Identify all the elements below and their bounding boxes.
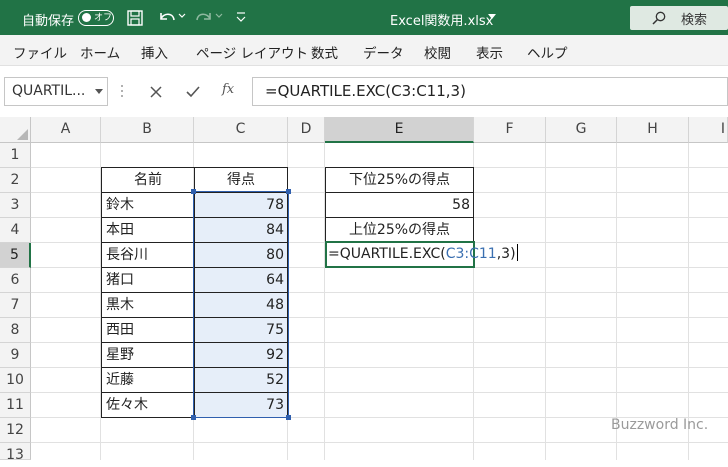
name-box-value: QUARTIL... xyxy=(12,83,86,99)
name-box[interactable]: QUARTIL... xyxy=(4,77,108,106)
search-box[interactable]: 検索 xyxy=(630,6,728,30)
edit-formula-suffix: ,3) xyxy=(496,246,516,262)
row-header-5[interactable]: 5 xyxy=(0,243,31,268)
formula-input[interactable]: =QUARTILE.EXC(C3:C11,3) xyxy=(252,77,728,106)
formula-bar-grip-icon xyxy=(121,85,123,97)
gridline-h xyxy=(31,442,728,443)
column-header-f[interactable]: F xyxy=(474,117,546,143)
tab-formulas[interactable]: 数式 xyxy=(311,42,338,62)
cell-edit-text[interactable]: =QUARTILE.EXC(C3:C11,3) xyxy=(328,243,518,266)
redo-icon[interactable] xyxy=(194,9,214,27)
customize-qat-icon[interactable] xyxy=(236,11,246,23)
column-header-c[interactable]: C xyxy=(194,117,288,143)
name-cell[interactable]: 長谷川 xyxy=(101,242,195,268)
redo-dropdown-icon[interactable] xyxy=(215,12,223,20)
row-header-2[interactable]: 2 xyxy=(0,168,31,193)
row-header-4[interactable]: 4 xyxy=(0,218,31,243)
gridline-v xyxy=(688,143,689,460)
row-header-9[interactable]: 9 xyxy=(0,343,31,368)
row-header-8[interactable]: 8 xyxy=(0,318,31,343)
lower-quartile-value-cell[interactable]: 58 xyxy=(325,192,474,218)
ribbon-tabs: ファイル ホーム 挿入 ページ レイアウト 数式 データ 校閲 表示 ヘルプ xyxy=(0,35,728,66)
name-cell[interactable]: 佐々木 xyxy=(101,392,195,418)
row-header-13[interactable]: 13 xyxy=(0,443,31,463)
name-cell[interactable]: 西田 xyxy=(101,317,195,343)
upper-quartile-label-cell[interactable]: 上位25%の得点 xyxy=(325,217,474,243)
column-header-g[interactable]: G xyxy=(546,117,617,143)
filename-dropdown-icon[interactable] xyxy=(488,14,496,20)
tab-review[interactable]: 校閲 xyxy=(424,42,451,62)
text-cursor xyxy=(516,244,518,261)
name-cell[interactable]: 猪口 xyxy=(101,267,195,293)
title-bar: 自動保存 オフ Excel関数用.xlsx 検索 xyxy=(0,0,728,35)
tab-view[interactable]: 表示 xyxy=(476,42,503,62)
autosave-label: 自動保存 xyxy=(22,14,75,29)
undo-dropdown-icon[interactable] xyxy=(178,12,186,20)
column-header-d[interactable]: D xyxy=(288,117,325,143)
undo-icon[interactable] xyxy=(157,9,177,27)
column-header-i[interactable]: I xyxy=(689,117,728,143)
enter-check-icon[interactable] xyxy=(185,85,201,99)
tab-page-layout[interactable]: ページ レイアウト xyxy=(196,42,308,62)
tab-insert[interactable]: 挿入 xyxy=(141,42,168,62)
gridline-v xyxy=(545,143,546,460)
search-label: 検索 xyxy=(681,13,708,28)
insert-function-icon[interactable]: fx xyxy=(222,82,234,97)
column-header-b[interactable]: B xyxy=(101,117,194,143)
range-handle-top-left[interactable] xyxy=(191,189,196,194)
edit-formula-reference: C3:C11 xyxy=(445,246,497,262)
row-header-12[interactable]: 12 xyxy=(0,418,31,443)
autosave-state: オフ xyxy=(94,13,113,23)
row-header-7[interactable]: 7 xyxy=(0,293,31,318)
file-name: Excel関数用.xlsx xyxy=(390,14,494,29)
tab-data[interactable]: データ xyxy=(363,42,404,62)
watermark: Buzzword Inc. xyxy=(611,417,709,433)
range-handle-top-right[interactable] xyxy=(286,189,291,194)
cancel-icon[interactable] xyxy=(149,85,163,99)
tab-help[interactable]: ヘルプ xyxy=(527,42,568,62)
name-cell[interactable]: 本田 xyxy=(101,217,195,243)
search-icon xyxy=(652,11,666,25)
name-cell[interactable]: 黒木 xyxy=(101,292,195,318)
edit-formula-prefix: =QUARTILE.EXC( xyxy=(328,246,446,262)
active-cell-e5[interactable]: =QUARTILE.EXC(C3:C11,3) xyxy=(325,241,518,268)
row-header-6[interactable]: 6 xyxy=(0,268,31,293)
autosave-toggle[interactable]: オフ xyxy=(78,10,114,26)
row-header-10[interactable]: 10 xyxy=(0,368,31,393)
save-icon[interactable] xyxy=(126,9,144,27)
name-cell[interactable]: 近藤 xyxy=(101,367,195,393)
toggle-knob xyxy=(82,13,91,22)
header-name-cell[interactable]: 名前 xyxy=(101,167,195,193)
row-header-1[interactable]: 1 xyxy=(0,143,31,168)
tab-home[interactable]: ホーム xyxy=(80,42,120,62)
range-handle-bottom-right[interactable] xyxy=(286,415,291,420)
row-header-11[interactable]: 11 xyxy=(0,393,31,418)
tab-file[interactable]: ファイル xyxy=(13,42,67,62)
column-header-e[interactable]: E xyxy=(325,117,474,143)
name-box-dropdown-icon[interactable] xyxy=(95,89,103,95)
select-all-triangle-icon xyxy=(17,129,28,140)
referenced-range-border xyxy=(193,191,289,418)
name-cell[interactable]: 鈴木 xyxy=(101,192,195,218)
range-handle-bottom-left[interactable] xyxy=(191,415,196,420)
gridline-v xyxy=(616,143,617,460)
column-header-h[interactable]: H xyxy=(617,117,689,143)
name-cell[interactable]: 星野 xyxy=(101,342,195,368)
lower-quartile-label-cell[interactable]: 下位25%の得点 xyxy=(325,167,474,193)
row-header-3[interactable]: 3 xyxy=(0,193,31,218)
header-score-cell[interactable]: 得点 xyxy=(194,167,288,193)
select-all-corner[interactable] xyxy=(0,117,31,143)
column-header-a[interactable]: A xyxy=(31,117,101,143)
